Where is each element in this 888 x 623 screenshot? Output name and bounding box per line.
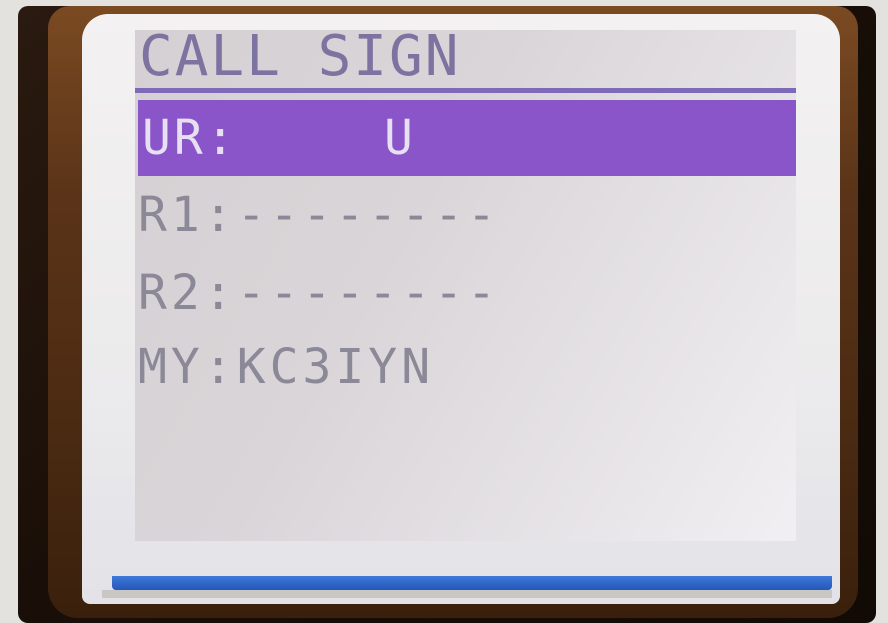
row-value-my: KC3IYN (236, 339, 435, 395)
row-label-r2: R2: (138, 265, 237, 321)
title-divider (135, 88, 796, 93)
row-value-r1: -------- (236, 187, 500, 243)
row-label-my: MY: (138, 339, 237, 395)
call-sign-row-ur[interactable]: UR: U (138, 100, 796, 176)
call-sign-row-r2[interactable]: R2:-------- (138, 258, 500, 328)
row-value-ur: U (384, 110, 413, 166)
row-label-r1: R1: (138, 187, 237, 243)
screen-title: CALL SIGN (139, 24, 461, 89)
call-sign-row-my[interactable]: MY:KC3IYN (138, 332, 434, 402)
status-bar (112, 576, 832, 590)
status-bar-shadow (102, 590, 832, 598)
row-label-ur: UR: (142, 110, 238, 166)
row-value-r2: -------- (236, 265, 500, 321)
call-sign-row-r1[interactable]: R1:-------- (138, 180, 500, 250)
